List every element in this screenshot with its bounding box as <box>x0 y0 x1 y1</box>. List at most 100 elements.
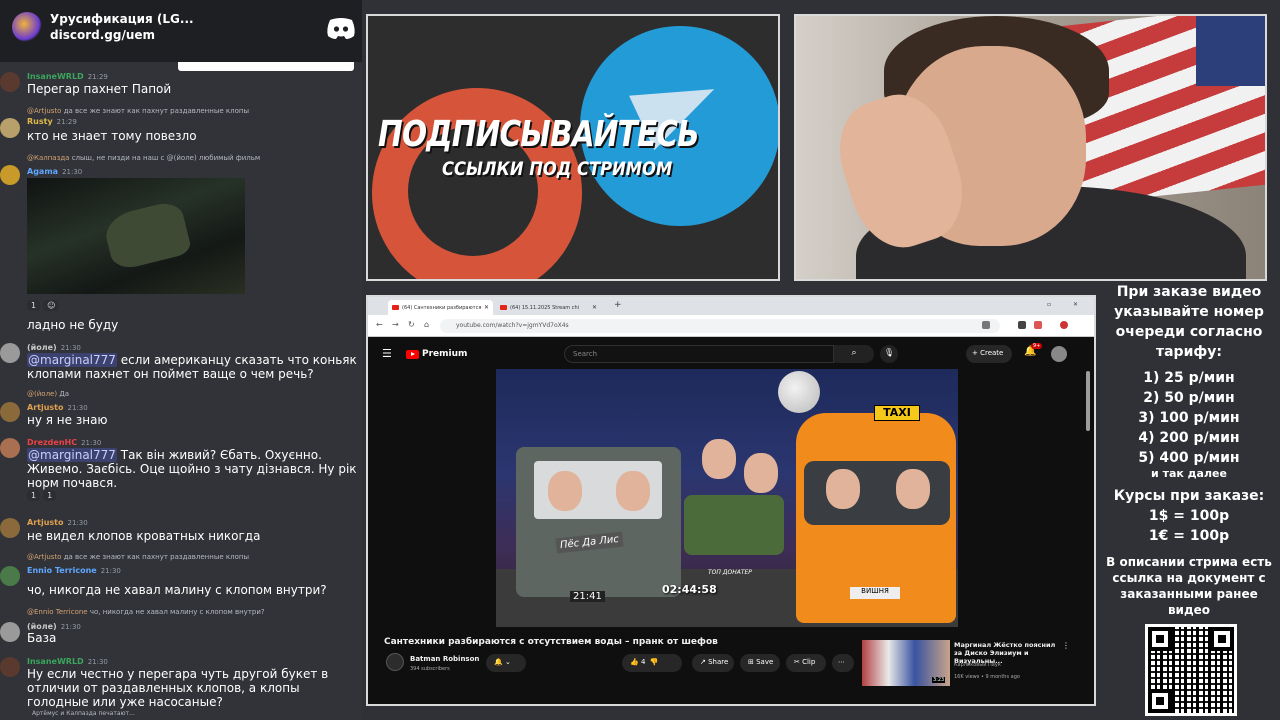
username[interactable]: DrezdenHC 21:30 <box>27 438 101 447</box>
extension-icon[interactable] <box>982 321 990 329</box>
user-mention[interactable]: @marginal777 <box>27 353 117 367</box>
message-text: @marginal777 если американцу сказать что… <box>27 353 357 381</box>
recommendation-channel[interactable]: Карликовый Паук <box>954 662 1001 668</box>
message-text: База <box>27 631 57 645</box>
video-player[interactable]: Пёс Да Лис 21:41 TAXI ВИШНЯ ТОП ДОНАТЕР … <box>496 369 958 627</box>
username[interactable]: Ennio Terricone 21:30 <box>27 566 121 575</box>
forward-icon[interactable]: → <box>392 320 399 329</box>
create-button[interactable]: + Create <box>966 345 1012 363</box>
character-face <box>826 469 860 509</box>
reply-preview[interactable]: @Калпазда слыш, не пизди на наш с @(йоле… <box>27 154 260 162</box>
username[interactable]: (йоле) 21:30 <box>27 343 81 352</box>
message-text: чо, никогда не хавал малину с клопом вну… <box>27 583 327 597</box>
gif-attachment[interactable] <box>27 178 245 294</box>
scrollbar[interactable] <box>1086 371 1090 431</box>
tariff-item: 2) 50 р/мин <box>1143 390 1235 406</box>
username[interactable]: InsaneWRLD 21:29 <box>27 72 108 81</box>
avatar[interactable] <box>0 438 20 458</box>
avatar[interactable] <box>386 653 404 671</box>
clip-button[interactable]: ✂ Clip <box>786 654 826 672</box>
search-input[interactable]: Search <box>564 345 834 363</box>
username[interactable]: (йоле) 21:30 <box>27 622 81 631</box>
avatar[interactable] <box>0 118 20 138</box>
invite-link[interactable]: discord.gg/uem <box>50 28 155 42</box>
menu-icon[interactable]: ☰ <box>382 347 392 360</box>
avatar[interactable] <box>0 622 20 642</box>
truck: Пёс Да Лис <box>516 447 681 597</box>
close-icon[interactable]: ✕ <box>484 304 489 311</box>
courses-title: Курсы при заказе: <box>1113 488 1265 504</box>
username[interactable]: Artjusto 21:30 <box>27 403 88 412</box>
message-text: Перегар пахнет Папой <box>27 82 172 96</box>
reply-preview[interactable]: @Artjusto да все же знают как пахнут раз… <box>27 107 249 115</box>
reload-icon[interactable]: ↻ <box>408 320 415 329</box>
save-button[interactable]: ⊞ Save <box>740 654 780 672</box>
truck-sign: Пёс Да Лис <box>555 531 624 554</box>
tab-active[interactable]: (64) Сантехники разбираются ✕ <box>388 300 493 315</box>
avatar[interactable] <box>0 165 20 185</box>
mic-icon[interactable]: 🎙 <box>880 345 898 363</box>
extension-icon[interactable] <box>1018 321 1026 329</box>
notification-badge: 9+ <box>1031 343 1043 349</box>
home-icon[interactable]: ⌂ <box>424 320 429 329</box>
username[interactable]: InsaneWRLD 21:30 <box>27 657 108 666</box>
avatar[interactable] <box>0 402 20 422</box>
qr-finder <box>1210 627 1234 651</box>
url-field[interactable]: youtube.com/watch?v=jgmYVd7oX4s <box>440 319 1000 333</box>
character-face <box>896 469 930 509</box>
character-face <box>616 471 650 511</box>
window-controls[interactable]: ▫ ✕ <box>1047 301 1088 308</box>
tab-secondary[interactable]: (64) 15.11.2025 Stream chi ✕ <box>496 300 601 315</box>
price-panel: При заказе видео указывайте номер очеред… <box>1100 282 1278 618</box>
taxi-sign: TAXI <box>874 405 920 421</box>
search-icon[interactable]: ⌕ <box>834 345 874 363</box>
avatar[interactable] <box>0 72 20 92</box>
youtube-logo-icon[interactable] <box>406 350 419 359</box>
reply-preview[interactable]: @Ennio Terricone чо, никогда не хавал ма… <box>27 608 265 616</box>
character-face <box>702 439 736 479</box>
username[interactable]: Rusty 21:29 <box>27 117 77 126</box>
like-button[interactable]: 👍 4 👎 <box>622 654 682 672</box>
stream-layout: Урусификация (LG... discord.gg/uem Insan… <box>0 0 1280 720</box>
avatar[interactable] <box>0 566 20 586</box>
reply-preview[interactable]: @Artjusto да все же знают как пахнут раз… <box>27 553 249 561</box>
user-mention[interactable]: @marginal777 <box>27 448 117 462</box>
tariff-item: 1) 25 р/мин <box>1143 370 1235 386</box>
discord-chat-overlay: Урусификация (LG... discord.gg/uem Insan… <box>0 0 362 720</box>
close-icon[interactable]: ✕ <box>592 304 597 311</box>
discord-server-widget[interactable]: Урусификация (LG... discord.gg/uem <box>0 0 362 71</box>
more-vert-icon[interactable]: ⋮ <box>1062 641 1070 650</box>
reply-preview[interactable]: @(йоле) Да <box>27 390 69 398</box>
gif-figure <box>101 199 193 272</box>
reactions[interactable]: 1 ☺ <box>27 300 62 311</box>
tab-bar: (64) Сантехники разбираются ✕ (64) 15.11.… <box>368 297 1094 315</box>
new-tab-button[interactable]: + <box>614 300 622 310</box>
banner-subline: ССЫЛКИ ПОД СТРИМОМ <box>442 158 673 180</box>
avatar[interactable] <box>0 343 20 363</box>
discord-logo-icon <box>327 18 355 39</box>
qr-pattern <box>1148 627 1234 713</box>
reactions[interactable]: 11 <box>27 490 59 501</box>
back-icon[interactable]: ← <box>376 320 383 329</box>
youtube-tab-icon <box>500 305 507 310</box>
more-button[interactable]: ⋯ <box>832 654 854 672</box>
avatar[interactable] <box>1051 346 1067 362</box>
channel-name[interactable]: Batman Robinson <box>410 655 479 663</box>
username[interactable]: Artjusto 21:30 <box>27 518 88 527</box>
typing-indicator: Артёмус и Калпазда печатают... <box>32 710 135 717</box>
rate-item: 1€ = 100р <box>1148 528 1230 544</box>
avatar[interactable] <box>0 518 20 538</box>
profile-icon[interactable] <box>1060 321 1068 329</box>
message-text: ладно не буду <box>27 318 119 332</box>
share-button[interactable]: ↗ Share <box>692 654 734 672</box>
avatar[interactable] <box>0 657 20 677</box>
youtube-brand[interactable]: Premium <box>422 349 467 359</box>
widget-bar <box>178 62 354 71</box>
server-name: Урусификация (LG... <box>50 12 194 26</box>
tariff-item: 3) 100 р/мин <box>1138 410 1240 426</box>
tariff-item: 5) 400 р/мин <box>1138 450 1240 466</box>
notification-bell-button[interactable]: 🔔 ⌄ <box>486 654 526 672</box>
youtube-tab-icon <box>392 305 399 310</box>
extension-icon[interactable] <box>1034 321 1042 329</box>
username[interactable]: Agama 21:30 <box>27 167 82 176</box>
